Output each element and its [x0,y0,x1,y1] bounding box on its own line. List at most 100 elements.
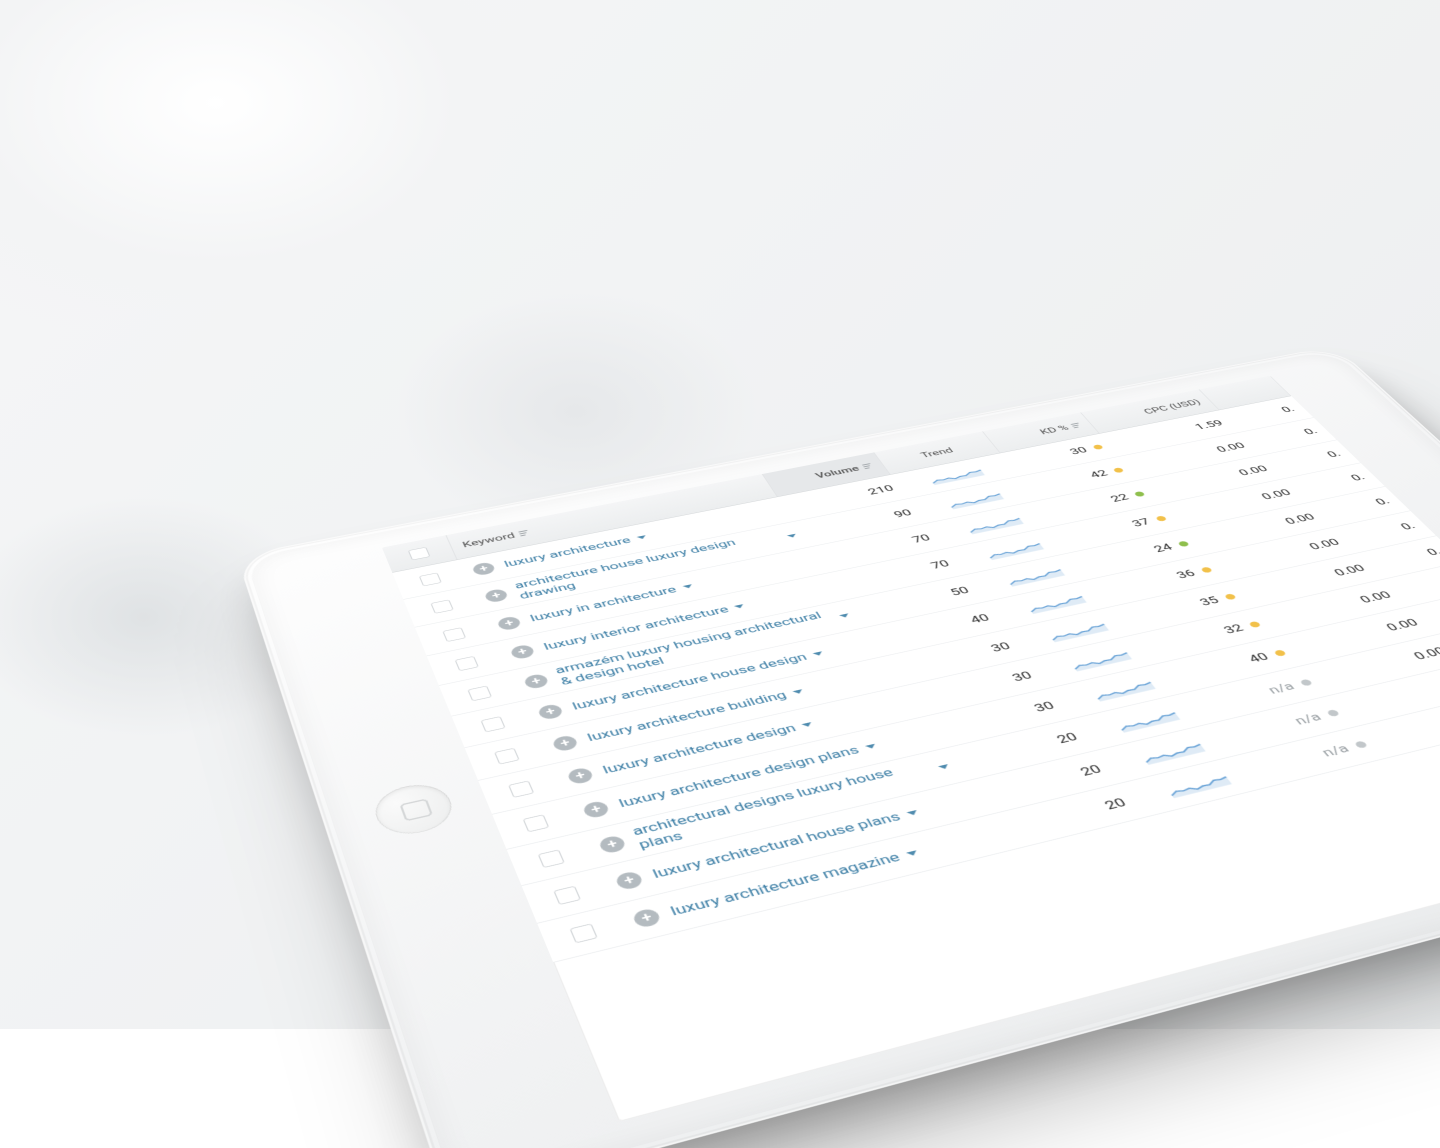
kd-value: n/a [1292,710,1325,727]
row-checkbox[interactable] [494,748,520,765]
row-keyword-cell: + architectural designs luxury house pla… [582,751,969,864]
trend-sparkline [962,511,1030,535]
home-button[interactable] [369,779,459,841]
sort-icon [519,530,530,537]
volume-value: 20 [1054,730,1081,746]
volume-value: 30 [988,640,1013,655]
header-trend-label: Trend [918,446,955,460]
row-checkbox[interactable] [553,886,581,905]
chevron-down-icon [906,850,919,857]
kd-value: n/a [1265,680,1298,697]
keyword-link[interactable]: luxury architecture building [585,685,806,744]
row-checkbox[interactable] [570,923,598,943]
kd-value: 24 [1151,542,1175,555]
kd-value: 30 [1067,445,1090,457]
row-volume-cell: 20 [956,728,1092,770]
row-checkbox-cell [418,622,489,646]
volume-value: 70 [910,532,933,545]
row-trend-cell [1105,728,1242,774]
chevron-down-icon [839,613,850,618]
row-checkbox-cell [497,808,576,838]
volume-value: 20 [1102,796,1130,813]
cpc-value: 0.00 [1306,537,1342,553]
kd-value: 36 [1174,568,1199,582]
kd-difficulty-dot [1113,467,1125,473]
keyword-link[interactable]: luxury architecture design [601,718,816,777]
row-checkbox-cell [482,775,559,804]
row-checkbox[interactable] [523,814,550,832]
keyword-link[interactable]: architectural designs luxury house plans [630,754,957,853]
add-keyword-button[interactable]: + [614,870,644,891]
row-checkbox[interactable] [481,716,506,732]
table-row: + luxury architectural house plans 20 n/… [522,644,1440,924]
extra-value: 0. [1398,520,1419,532]
trend-sparkline [925,463,991,486]
chevron-down-icon [792,689,804,695]
row-checkbox-cell [396,568,465,591]
add-keyword-button[interactable]: + [496,615,522,631]
add-keyword-button[interactable]: + [537,703,565,721]
row-checkbox[interactable] [455,656,479,671]
kd-value: n/a [1319,742,1353,760]
trend-sparkline [1065,645,1139,673]
row-checkbox-cell [456,711,531,738]
row-trend-cell [1082,697,1217,741]
row-checkbox[interactable] [430,600,453,614]
cpc-value: 0.00 [1259,487,1294,502]
add-keyword-button[interactable]: + [631,907,662,929]
row-checkbox[interactable] [442,627,466,642]
chevron-down-icon [734,604,745,609]
cpc-value: 0.00 [1411,645,1440,663]
kd-value: 35 [1197,594,1222,608]
keyword-text: luxury architecture building [585,689,789,744]
row-checkbox[interactable] [419,573,442,587]
add-keyword-button[interactable]: + [551,734,579,752]
kd-difficulty-dot [1200,567,1213,574]
kd-difficulty-dot [1354,741,1368,749]
kd-difficulty-dot [1299,679,1313,687]
keyword-link[interactable]: luxury architectural house plans [650,806,921,882]
row-checkbox-cell [443,680,517,706]
perspective-stage: Keyword Volume Trend KD % [0,0,1440,1029]
chevron-down-icon [812,651,823,656]
keyword-link[interactable]: luxury architecture magazine [668,846,921,920]
cpc-value: 0.00 [1236,464,1271,478]
add-keyword-button[interactable]: + [566,767,595,786]
cpc-value: 0.00 [1357,589,1395,606]
kd-difficulty-dot [1092,444,1104,450]
row-checkbox[interactable] [538,849,565,868]
row-checkbox[interactable] [467,686,492,702]
row-kd-cell: n/a [1258,735,1382,775]
header-kd-label: KD % [1038,423,1071,436]
row-checkbox-cell [430,651,503,676]
cpc-value: 1.59 [1192,418,1226,431]
add-keyword-button[interactable]: + [509,644,536,660]
add-keyword-button[interactable]: + [483,588,509,603]
keyword-table: Keyword Volume Trend KD % [382,376,1440,1122]
add-keyword-button[interactable]: + [581,800,610,819]
header-cpc-label: CPC (USD) [1141,398,1203,416]
add-keyword-button[interactable]: + [471,561,496,576]
trend-sparkline [1001,562,1071,588]
trend-sparkline [1043,616,1116,644]
row-volume-cell: 20 [1001,793,1141,838]
row-cpc-cell [1376,708,1440,741]
trend-sparkline [943,487,1010,511]
row-checkbox[interactable] [508,781,534,798]
keyword-link[interactable]: luxury architecture design plans [617,740,880,811]
cpc-value: 0.00 [1383,617,1421,634]
row-checkbox-cell [526,879,608,911]
add-keyword-button[interactable]: + [597,834,627,854]
extra-value: 0. [1301,426,1320,437]
keyword-text: luxury architectural house plans [650,810,903,882]
row-volume-cell: 20 [978,760,1116,803]
trend-sparkline [1022,589,1094,616]
volume-value: 40 [968,612,993,626]
chevron-down-icon [865,744,877,750]
add-keyword-button[interactable]: + [523,673,550,690]
select-all-checkbox[interactable] [408,547,431,560]
header-volume-label: Volume [813,464,861,480]
row-checkbox-cell [542,917,625,950]
chevron-down-icon [682,584,693,589]
cpc-value: 0.00 [1282,512,1318,527]
